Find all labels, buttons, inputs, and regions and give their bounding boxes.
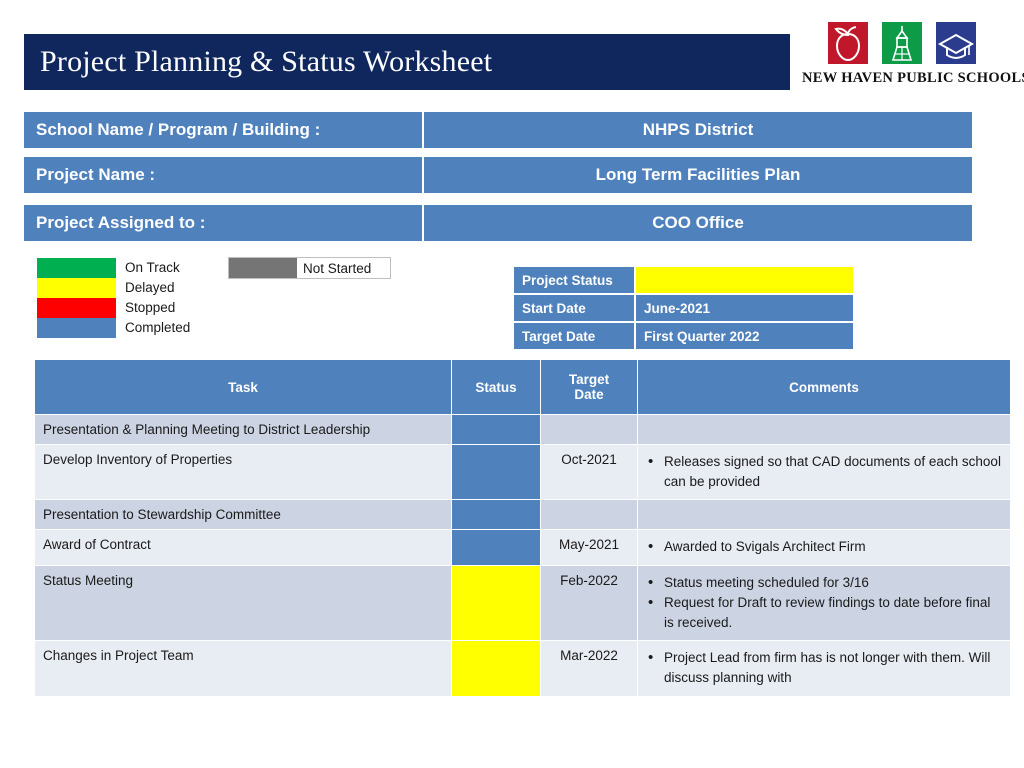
page-title: Project Planning & Status Worksheet <box>40 45 493 78</box>
table-header-row: Task Status Target Date Comments <box>35 360 1010 414</box>
cell-comments <box>638 500 1010 530</box>
logo-marks <box>802 22 1002 66</box>
cell-status-delayed <box>452 565 540 641</box>
info-value-school-name: NHPS District <box>424 112 972 148</box>
cell-comments: Releases signed so that CAD documents of… <box>638 445 1010 500</box>
status-line-project-status: Project Status <box>514 267 853 293</box>
column-header-status: Status <box>452 360 540 414</box>
table-row: Presentation to Stewardship Committee <box>35 500 1010 530</box>
cell-task: Changes in Project Team <box>35 641 451 696</box>
legend-swatch-not-started <box>229 258 297 278</box>
status-line-target-date: Target Date First Quarter 2022 <box>514 323 853 349</box>
status-key-project-status: Project Status <box>514 267 634 293</box>
info-row-project-assigned: Project Assigned to : COO Office <box>24 205 972 241</box>
legend-item-on-track: On Track <box>37 258 237 278</box>
legend-swatch-completed <box>37 318 116 338</box>
legend-swatch-delayed <box>37 278 116 298</box>
cell-status-delayed <box>452 641 540 696</box>
column-header-comments: Comments <box>638 360 1010 414</box>
worksheet-title-bar: Project Planning & Status Worksheet <box>24 34 790 90</box>
legend-item-stopped: Stopped <box>37 298 237 318</box>
table-body: Presentation & Planning Meeting to Distr… <box>35 415 1010 696</box>
legend-label-on-track: On Track <box>125 260 180 275</box>
tower-icon <box>882 22 922 64</box>
legend-label-delayed: Delayed <box>125 280 175 295</box>
status-value-project-status <box>636 267 853 293</box>
comment-item: Status meeting scheduled for 3/16 <box>646 572 1002 593</box>
apple-icon <box>828 22 868 64</box>
legend-label-stopped: Stopped <box>125 300 176 315</box>
cell-comments: Awarded to Svigals Architect Firm <box>638 530 1010 565</box>
logo-caption: NEW HAVEN PUBLIC SCHOOLS <box>802 70 1024 86</box>
table-row: Changes in Project Team Mar-2022 Project… <box>35 641 1010 696</box>
legend-label-completed: Completed <box>125 320 191 335</box>
task-table: Task Status Target Date Comments Present… <box>34 359 1011 697</box>
info-value-project-name: Long Term Facilities Plan <box>424 157 972 193</box>
project-status-block: Project Status Start Date June-2021 Targ… <box>514 267 853 351</box>
cell-target-date: Mar-2022 <box>541 641 637 696</box>
cell-comments <box>638 415 1010 444</box>
column-header-target-date: Target Date <box>541 360 637 414</box>
comment-item: Releases signed so that CAD documents of… <box>646 451 1002 491</box>
cell-comments: Project Lead from firm has is not longer… <box>638 641 1010 696</box>
info-label-project-assigned: Project Assigned to : <box>24 205 422 241</box>
status-legend: On Track Delayed Stopped Completed <box>37 258 237 338</box>
status-line-start-date: Start Date June-2021 <box>514 295 853 321</box>
cell-task: Presentation & Planning Meeting to Distr… <box>35 415 451 444</box>
info-label-school-name: School Name / Program / Building : <box>24 112 422 148</box>
comment-list: Releases signed so that CAD documents of… <box>646 451 1002 491</box>
cell-task: Develop Inventory of Properties <box>35 445 451 500</box>
legend-swatch-stopped <box>37 298 116 318</box>
cell-task: Award of Contract <box>35 530 451 565</box>
info-row-project-name: Project Name : Long Term Facilities Plan <box>24 157 972 193</box>
info-value-project-assigned: COO Office <box>424 205 972 241</box>
column-header-target-date-line2: Date <box>574 387 604 402</box>
cell-target-date: Oct-2021 <box>541 445 637 500</box>
column-header-target-date-line1: Target <box>568 372 610 387</box>
comment-list: Awarded to Svigals Architect Firm <box>646 536 1002 557</box>
cell-status-completed <box>452 445 540 500</box>
legend-swatch-on-track <box>37 258 116 278</box>
cell-status-completed <box>452 415 540 444</box>
comment-list: Status meeting scheduled for 3/16 Reques… <box>646 572 1002 633</box>
cell-task: Presentation to Stewardship Committee <box>35 500 451 530</box>
column-header-task: Task <box>35 360 451 414</box>
cell-target-date <box>541 500 637 530</box>
cell-target-date <box>541 415 637 444</box>
graduation-cap-icon <box>936 22 976 64</box>
cell-comments: Status meeting scheduled for 3/16 Reques… <box>638 565 1010 641</box>
status-key-start-date: Start Date <box>514 295 634 321</box>
legend-label-not-started: Not Started <box>297 258 390 278</box>
comment-item: Project Lead from firm has is not longer… <box>646 647 1002 687</box>
comment-item: Awarded to Svigals Architect Firm <box>646 536 1002 557</box>
legend-item-completed: Completed <box>37 318 237 338</box>
legend-item-not-started: Not Started <box>228 257 391 279</box>
comment-item: Request for Draft to review findings to … <box>646 592 1002 632</box>
nhps-logo: NEW HAVEN PUBLIC SCHOOLS <box>802 22 1024 94</box>
cell-target-date: Feb-2022 <box>541 565 637 641</box>
info-label-project-name: Project Name : <box>24 157 422 193</box>
comment-list: Project Lead from firm has is not longer… <box>646 647 1002 687</box>
table-row: Presentation & Planning Meeting to Distr… <box>35 415 1010 444</box>
cell-status-completed <box>452 530 540 565</box>
cell-task: Status Meeting <box>35 565 451 641</box>
status-value-start-date: June-2021 <box>636 295 853 321</box>
cell-status-completed <box>452 500 540 530</box>
table-row: Award of Contract May-2021 Awarded to Sv… <box>35 530 1010 565</box>
status-key-target-date: Target Date <box>514 323 634 349</box>
legend-item-delayed: Delayed <box>37 278 237 298</box>
table-row: Status Meeting Feb-2022 Status meeting s… <box>35 565 1010 641</box>
cell-target-date: May-2021 <box>541 530 637 565</box>
info-row-school-name: School Name / Program / Building : NHPS … <box>24 112 972 148</box>
table-row: Develop Inventory of Properties Oct-2021… <box>35 445 1010 500</box>
status-value-target-date: First Quarter 2022 <box>636 323 853 349</box>
